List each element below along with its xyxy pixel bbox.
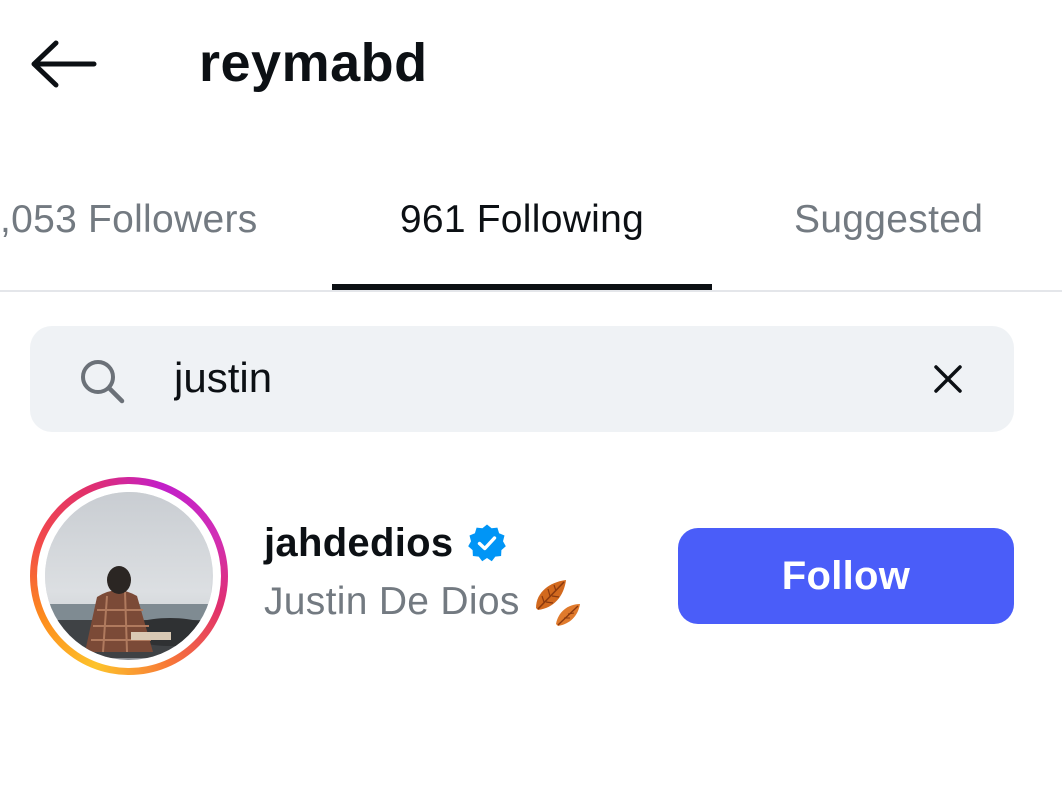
full-name: Justin De Dios (264, 580, 520, 623)
full-name-line: Justin De Dios (264, 574, 586, 630)
tab-following-count: 961 (399, 198, 466, 241)
username[interactable]: jahdedios (264, 518, 453, 568)
tab-suggested-label: Suggested (794, 198, 984, 241)
avatar[interactable] (45, 492, 213, 660)
profile-photo (45, 492, 213, 658)
fallen-leaves-icon (535, 580, 580, 626)
tab-followers[interactable]: 1,053 Followers (0, 178, 308, 290)
story-ring (30, 477, 228, 675)
avatar-border (37, 484, 221, 668)
username-line: jahdedios (264, 518, 507, 568)
tab-divider (0, 290, 1062, 292)
tab-followers-label: Followers (87, 198, 258, 241)
search-input[interactable] (174, 348, 874, 408)
tab-bar: 1,053 Followers 961 Following Suggested (0, 178, 1062, 292)
search-icon (81, 360, 125, 404)
clear-search-button[interactable] (920, 351, 976, 407)
tab-following[interactable]: 961 Following (332, 178, 712, 290)
back-button[interactable] (26, 32, 106, 96)
following-page: reymabd 1,053 Followers 961 Following Su… (0, 0, 1062, 791)
page-title: reymabd (199, 33, 428, 93)
close-icon (934, 365, 962, 393)
tab-followers-count: 1,053 (0, 198, 78, 241)
verified-badge-icon (468, 524, 507, 562)
follow-button[interactable]: Follow (678, 528, 1014, 624)
tab-following-label: Following (476, 198, 645, 241)
list-item[interactable]: jahdedios Justin De Dios Follow (0, 466, 1062, 686)
search-bar (30, 326, 1014, 432)
tab-suggested[interactable]: Suggested (794, 178, 983, 290)
arrow-left-icon (31, 40, 97, 88)
